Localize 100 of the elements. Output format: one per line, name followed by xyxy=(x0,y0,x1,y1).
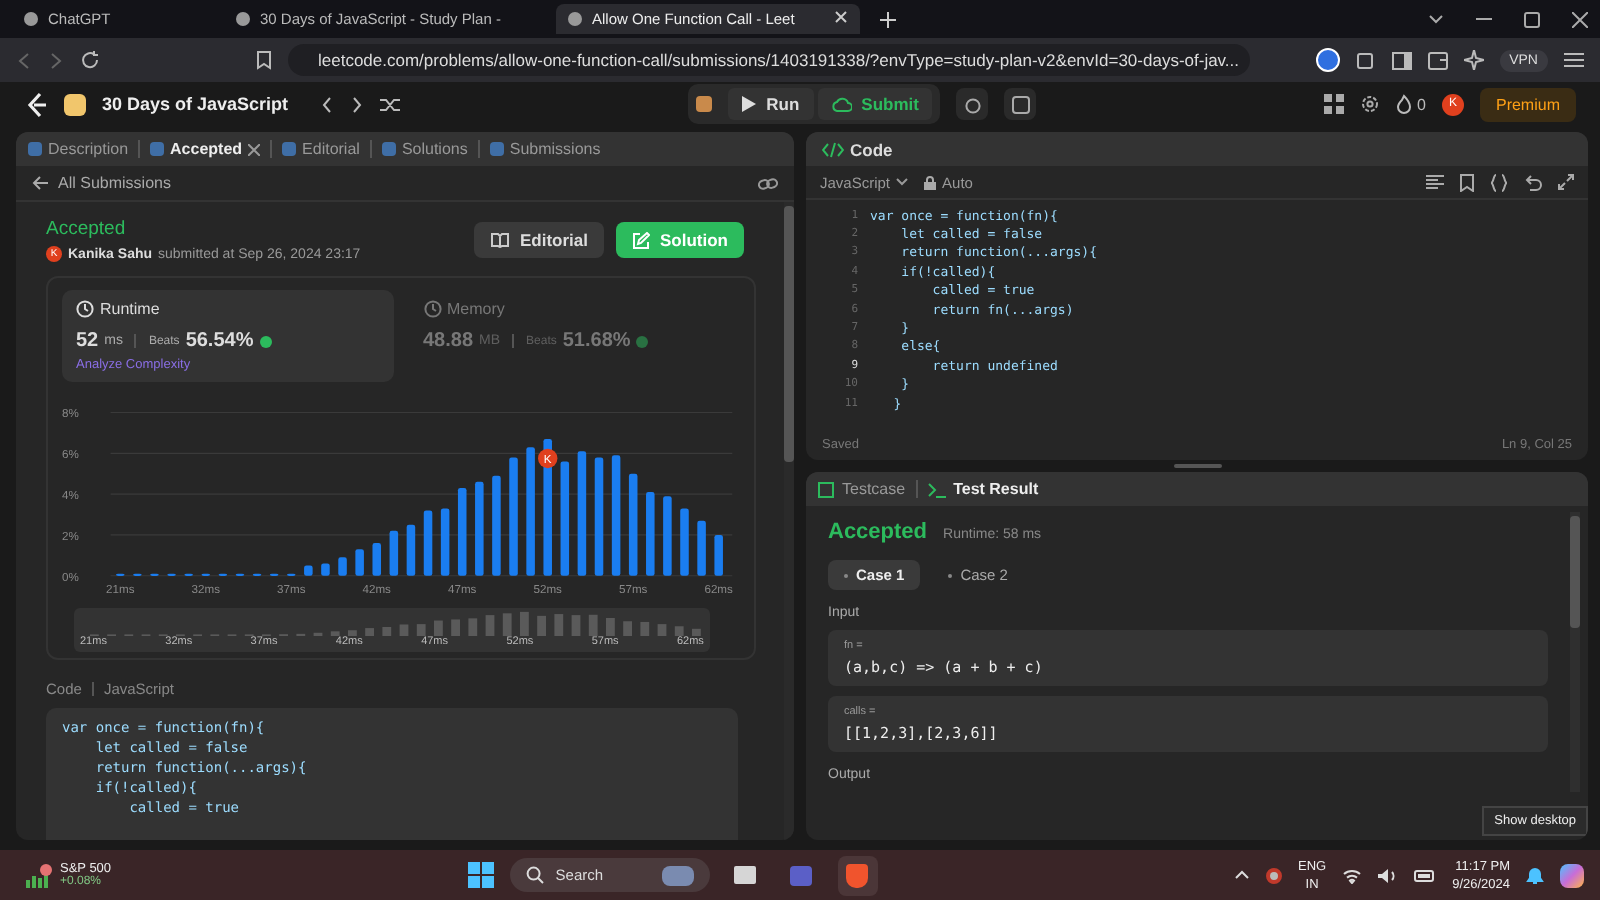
chart-bar[interactable] xyxy=(628,473,638,576)
volume-icon[interactable] xyxy=(1378,867,1399,883)
overview-bar xyxy=(606,618,615,636)
overview-bar xyxy=(554,614,564,636)
checkbox-icon xyxy=(818,481,834,497)
panel-tab[interactable]: Solutions xyxy=(381,140,468,158)
panel-tab[interactable]: Testcase xyxy=(818,480,906,498)
menu-icon[interactable] xyxy=(1564,52,1584,68)
address-bar[interactable]: leetcode.com/problems/allow-one-function-call/submissions/1403191338/?envType=study-plan-v2&envId=30-days-of-jav... xyxy=(288,44,1250,76)
chevron-down-icon[interactable] xyxy=(1428,14,1444,24)
chart-bar[interactable] xyxy=(611,455,621,576)
chart-bar[interactable] xyxy=(594,457,604,576)
chart-bar[interactable] xyxy=(338,557,347,576)
chart-bar[interactable] xyxy=(321,563,330,576)
resize-handle[interactable] xyxy=(1173,464,1221,468)
chevron-down-icon xyxy=(896,178,909,186)
chart-bar[interactable] xyxy=(457,488,467,576)
chart-bar[interactable] xyxy=(355,549,364,576)
shuffle-icon[interactable] xyxy=(380,95,403,113)
sidebar-icon[interactable] xyxy=(1391,51,1412,69)
metric-value: 52 xyxy=(76,330,99,352)
back-link[interactable]: All Submissions xyxy=(32,174,171,192)
terminal-icon xyxy=(927,481,946,497)
submit-button[interactable]: Submit xyxy=(817,88,933,120)
link-icon[interactable] xyxy=(758,175,778,191)
scrollbar[interactable] xyxy=(784,202,794,840)
overview-bar xyxy=(468,618,478,636)
undo-icon[interactable] xyxy=(1524,173,1542,191)
study-plan-title[interactable]: 30 Days of JavaScript xyxy=(102,94,289,114)
run-button[interactable]: Run xyxy=(728,88,814,120)
close-icon[interactable] xyxy=(1572,11,1588,27)
chart-bar[interactable] xyxy=(680,508,689,576)
wallet-icon[interactable] xyxy=(1427,51,1448,69)
editorial-button[interactable]: Editorial xyxy=(473,222,604,258)
plus-icon[interactable] xyxy=(880,11,896,27)
arrow-left-icon xyxy=(32,176,48,190)
battery-icon[interactable] xyxy=(1414,869,1437,881)
overview-bar xyxy=(692,628,701,636)
previous-icon[interactable] xyxy=(320,95,335,113)
extension-icon[interactable] xyxy=(1315,48,1340,72)
clock-icon xyxy=(76,300,94,318)
search-icon xyxy=(525,866,544,884)
start-icon[interactable] xyxy=(467,862,494,888)
streak-count[interactable]: 0 xyxy=(1417,95,1426,113)
book-icon xyxy=(489,232,510,248)
chart-bar[interactable] xyxy=(560,461,570,576)
back-icon[interactable] xyxy=(16,51,32,69)
chart-bar[interactable] xyxy=(389,530,399,576)
overview-bar xyxy=(571,615,581,636)
settings-icon[interactable] xyxy=(1359,94,1380,114)
overview-bar xyxy=(520,611,529,636)
panel-tab[interactable]: Description xyxy=(28,140,129,158)
wifi-icon[interactable] xyxy=(1342,867,1363,883)
braces-icon[interactable] xyxy=(1490,173,1508,191)
chart-bar[interactable] xyxy=(304,565,313,576)
expand-icon[interactable] xyxy=(1558,174,1574,190)
metric-title: Memory xyxy=(447,300,505,318)
result-status: Accepted xyxy=(828,520,928,544)
format-icon[interactable] xyxy=(1426,174,1444,190)
sparkle-icon[interactable] xyxy=(1463,50,1484,70)
grid-icon[interactable] xyxy=(1323,94,1344,114)
scrollbar[interactable] xyxy=(1570,512,1580,792)
bookmark-icon[interactable] xyxy=(1460,173,1474,191)
bookmark-icon[interactable] xyxy=(256,50,272,70)
code-icon xyxy=(822,141,844,157)
chart-bar[interactable] xyxy=(697,520,706,576)
logo-icon[interactable] xyxy=(24,91,48,117)
chart-bar[interactable] xyxy=(577,451,587,576)
chart-bar[interactable] xyxy=(714,534,723,576)
status-text: Accepted xyxy=(46,218,128,240)
forward-icon[interactable] xyxy=(48,51,64,69)
overview-bar xyxy=(365,628,374,636)
chart-bar[interactable] xyxy=(543,439,552,576)
lock-icon xyxy=(924,175,937,189)
close-icon[interactable] xyxy=(248,143,261,155)
chart-bar[interactable] xyxy=(372,543,381,576)
panel-tab[interactable]: Editorial xyxy=(282,140,360,158)
overview-bar xyxy=(485,615,495,636)
overview-bar xyxy=(502,613,512,636)
chart-bar[interactable] xyxy=(406,524,416,576)
restore-icon[interactable] xyxy=(1524,11,1540,27)
overview-bar xyxy=(657,624,667,636)
panel-tab[interactable]: Submissions xyxy=(489,140,601,158)
overview-bar xyxy=(451,619,460,636)
panel-tab[interactable]: Test Result xyxy=(927,480,1039,498)
panel-title: Code xyxy=(850,139,893,159)
reload-icon[interactable] xyxy=(80,50,100,70)
chart-bar[interactable] xyxy=(423,510,433,576)
chevron-up-icon[interactable] xyxy=(1233,870,1250,880)
overview-bar xyxy=(348,630,357,636)
beats-percent: 51.68% xyxy=(562,330,631,352)
bell-icon[interactable] xyxy=(1526,865,1544,885)
panel-tab[interactable]: Accepted xyxy=(150,140,261,158)
chart-bar[interactable] xyxy=(440,508,450,576)
next-icon[interactable] xyxy=(350,95,365,113)
premium-button[interactable]: Premium xyxy=(1479,87,1576,121)
close-icon[interactable] xyxy=(834,10,848,28)
metric-title: Runtime xyxy=(100,300,160,318)
overview-bar xyxy=(674,626,684,636)
record-icon[interactable] xyxy=(1265,867,1282,883)
